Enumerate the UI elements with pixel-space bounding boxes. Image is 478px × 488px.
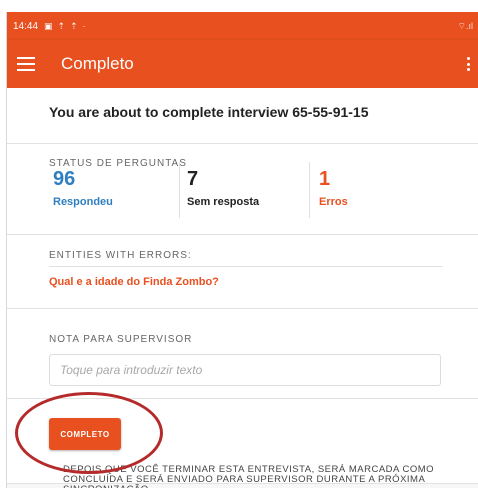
upload-icon: ⇡: [70, 20, 78, 31]
unanswered-label: Sem resposta: [187, 196, 260, 208]
app-frame: 14:44 ▣ ⇡ ⇡ · ⌔.ıl Completo You are abou…: [6, 12, 478, 488]
complete-screen: You are about to complete interview 65-5…: [7, 88, 478, 488]
entities-divider: [49, 266, 443, 267]
stat-errors[interactable]: 1 Erros: [319, 168, 348, 218]
signal-icon: ⌔.ıl: [457, 20, 473, 31]
stat-divider: [309, 162, 310, 218]
entities-caption: ENTITIES WITH ERRORS:: [49, 250, 192, 261]
dot-icon: ·: [82, 21, 86, 31]
note-caption: NOTA PARA SUPERVISOR: [49, 334, 193, 345]
answered-label: Respondeu: [53, 196, 113, 208]
supervisor-note-input[interactable]: Toque para introduzir texto: [49, 354, 441, 386]
stat-answered[interactable]: 96 Respondeu: [53, 168, 113, 218]
answered-count: 96: [53, 168, 76, 190]
app-bar: Completo: [7, 40, 478, 88]
unanswered-count: 7: [187, 168, 199, 190]
stat-divider: [179, 162, 180, 218]
stat-unanswered[interactable]: 7 Sem resposta: [187, 168, 259, 218]
status-bar: 14:44 ▣ ⇡ ⇡ · ⌔.ıl: [7, 12, 478, 40]
upload-icon: ⇡: [57, 20, 66, 31]
more-options-icon[interactable]: [467, 57, 471, 71]
app-bar-title: Completo: [61, 54, 134, 73]
menu-icon[interactable]: [17, 57, 35, 71]
summary-section: You are about to complete interview 65-5…: [7, 88, 478, 144]
entity-error-link[interactable]: Qual e a idade do Finda Zombo?: [49, 276, 219, 288]
section-divider: [7, 234, 478, 235]
errors-label: Erros: [319, 196, 348, 208]
section-divider: [7, 308, 478, 309]
errors-count: 1: [319, 168, 331, 190]
page-title: You are about to complete interview 65-5…: [49, 104, 369, 120]
status-time: 14:44: [13, 20, 39, 32]
annotation-circle: [15, 392, 163, 474]
image-icon: ▣: [44, 20, 53, 31]
